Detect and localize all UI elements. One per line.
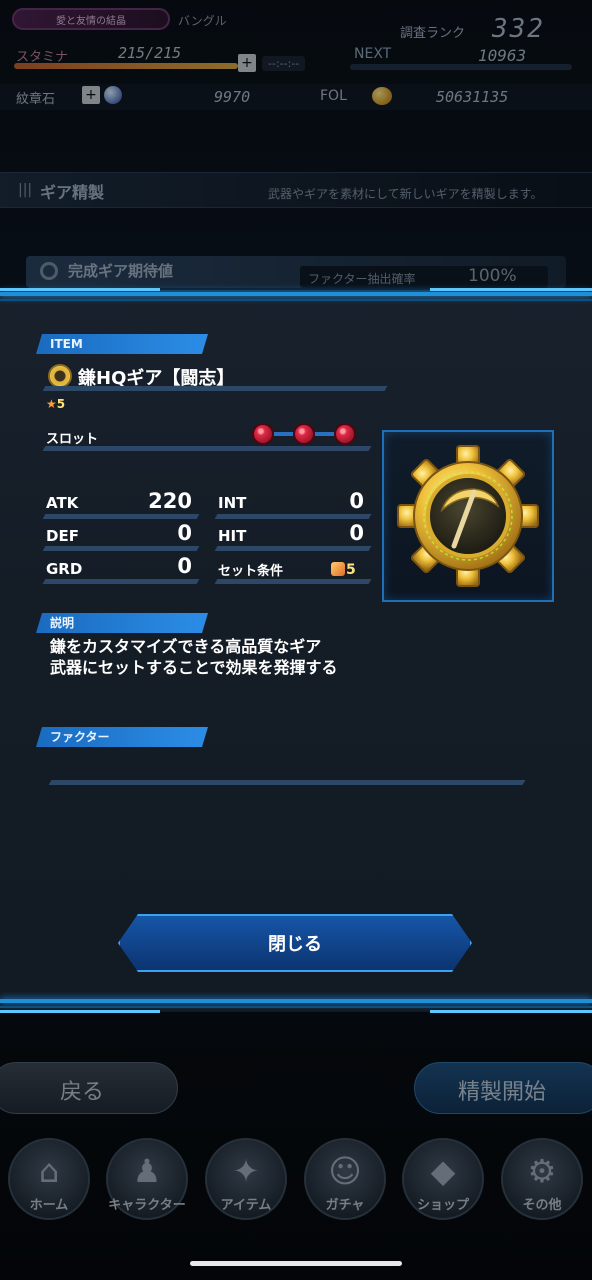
gear-small-icon <box>48 364 72 388</box>
modal-top-border <box>0 292 592 296</box>
nav-other-label: その他 <box>522 1198 562 1213</box>
nav-gacha-label: ガチャ <box>325 1198 365 1213</box>
slot-gem-1 <box>252 423 274 445</box>
slot-gem-2 <box>293 423 315 445</box>
set-condition-value: 5 <box>346 562 356 578</box>
emblem-label: 紋章石 <box>16 92 56 107</box>
grd-underline <box>42 579 200 584</box>
modal-bottom-border-inner <box>0 1006 592 1008</box>
expected-gear-icon <box>40 262 58 280</box>
rarity-value: 5 <box>56 397 66 411</box>
rarity-badge: ★5 <box>46 397 76 415</box>
nav-home-label: ホーム <box>29 1198 69 1213</box>
def-underline <box>42 546 200 551</box>
start-refine-label: 精製開始 <box>458 1080 547 1105</box>
set-condition-label: セット条件 <box>218 564 284 579</box>
gacha-icon: ☺ <box>328 1152 362 1190</box>
item-icon: ✦ <box>232 1152 260 1190</box>
hit-value: 0 <box>349 521 364 545</box>
description-line-1: 鎌をカスタマイズできる高品質なギア <box>50 637 322 656</box>
atk-value: 220 <box>148 489 192 513</box>
fol-value: 50631135 <box>436 88 509 106</box>
stamina-plus-button[interactable]: + <box>238 54 256 72</box>
nav-character-label: キャラクター <box>108 1198 186 1213</box>
int-value: 0 <box>349 489 364 513</box>
item-name-underline <box>42 386 388 391</box>
description-tag: 説明 <box>36 613 208 633</box>
rank-label: 調査ランク <box>400 26 466 41</box>
grd-value: 0 <box>177 554 192 578</box>
factor-rate-label: ファクター抽出確率 <box>308 272 416 286</box>
emblem-value: 9970 <box>214 88 251 106</box>
section-bars-icon: ||| <box>18 182 33 198</box>
stamina-timer: --:--:-- <box>262 56 306 71</box>
expected-gear-title: 完成ギア期待値 <box>68 262 174 280</box>
set-underline <box>214 579 372 584</box>
item-section-tag: ITEM <box>36 334 208 354</box>
rank-value: 332 <box>492 14 545 44</box>
emblem-gem-icon <box>104 86 122 104</box>
slot-label: スロット <box>46 432 99 447</box>
home-icon: ⌂ <box>38 1152 60 1190</box>
atk-underline <box>42 514 200 519</box>
factor-tag: ファクター <box>36 727 208 747</box>
top-hud <box>0 60 592 170</box>
back-button-label: 戻る <box>60 1080 105 1105</box>
hit-label: HIT <box>218 527 247 545</box>
factor-rate-value: 100% <box>468 266 517 286</box>
fol-coin-icon <box>372 87 392 105</box>
description-line-2: 武器にセットすることで効果を発揮する <box>50 658 338 677</box>
stamina-value: 215/215 <box>118 44 182 62</box>
modal-bottom-accent-right <box>430 1010 592 1013</box>
gear-image-frame <box>382 430 554 602</box>
grd-label: GRD <box>46 560 83 578</box>
equip-name: バングル <box>178 14 227 28</box>
nav-item-label: アイテム <box>220 1198 272 1213</box>
next-value: 10963 <box>478 46 527 65</box>
close-button-label: 閉じる <box>268 934 322 955</box>
character-icon: ♟ <box>132 1152 162 1190</box>
modal-top-border-inner <box>0 299 592 301</box>
set-condition-icon <box>331 562 345 576</box>
next-label: NEXT <box>354 46 392 62</box>
shop-icon: ◆ <box>430 1152 456 1190</box>
gear-scythe-icon <box>397 445 539 587</box>
def-value: 0 <box>177 521 192 545</box>
section-title: ギア精製 <box>40 183 105 202</box>
slot-gem-3 <box>334 423 356 445</box>
modal-bottom-accent-left <box>0 1010 160 1013</box>
star-icon: ★ <box>46 397 57 411</box>
def-label: DEF <box>46 527 79 545</box>
exp-bar <box>350 64 572 70</box>
atk-label: ATK <box>46 494 79 512</box>
stamina-bar <box>14 63 238 69</box>
item-description: 鎌をカスタマイズできる高品質なギア 武器にセットすることで効果を発揮する <box>50 636 338 678</box>
home-indicator[interactable] <box>190 1261 402 1266</box>
int-underline <box>214 514 372 519</box>
fol-label: FOL <box>320 88 347 104</box>
slot-underline <box>42 446 372 451</box>
nav-shop-label: ショップ <box>416 1198 469 1213</box>
hit-underline <box>214 546 372 551</box>
modal-top-accent-right <box>430 288 592 291</box>
emblem-plus-button[interactable]: + <box>82 86 100 104</box>
settings-icon: ⚙ <box>527 1152 557 1190</box>
modal-bottom-border <box>0 999 592 1003</box>
section-description: 武器やギアを素材にして新しいギアを精製します。 <box>268 187 543 201</box>
factor-underline <box>48 780 526 785</box>
event-badge[interactable]: 愛と友情の結晶 <box>12 8 170 30</box>
int-label: INT <box>218 494 247 512</box>
modal-top-accent-left <box>0 288 160 291</box>
